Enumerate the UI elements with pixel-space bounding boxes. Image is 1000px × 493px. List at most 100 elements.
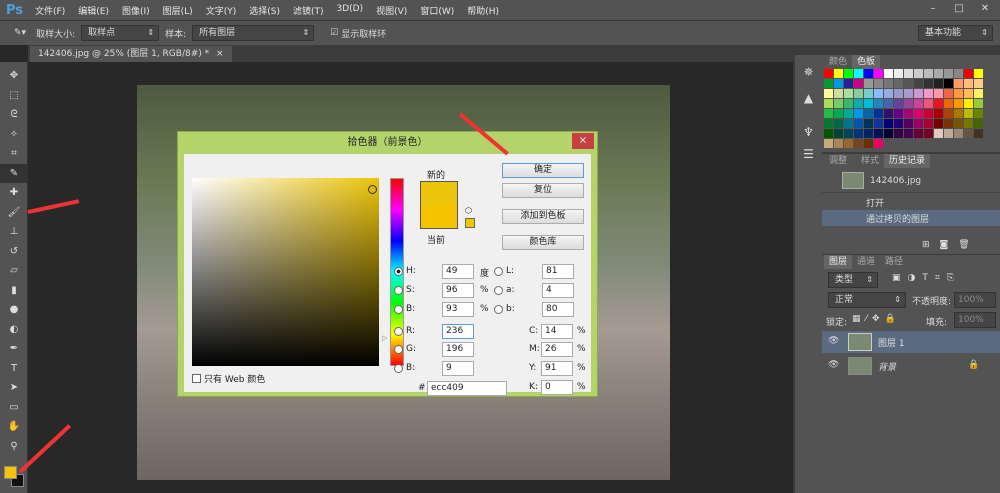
web-only-checkbox[interactable] — [192, 374, 201, 383]
color-swatch[interactable] — [874, 69, 883, 78]
color-swatch[interactable] — [844, 109, 853, 118]
color-swatch[interactable] — [904, 99, 913, 108]
color-swatch[interactable] — [904, 119, 913, 128]
minimize-button[interactable]: – — [922, 0, 944, 18]
tab-adjustments[interactable]: 调整 — [824, 154, 852, 168]
color-swatch[interactable] — [954, 89, 963, 98]
color-swatch[interactable] — [944, 69, 953, 78]
color-swatch[interactable] — [824, 139, 833, 148]
color-swatch[interactable] — [884, 129, 893, 138]
color-swatch[interactable] — [954, 119, 963, 128]
color-swatch[interactable] — [874, 79, 883, 88]
ok-button[interactable]: 确定 — [502, 163, 584, 178]
radio-r[interactable] — [394, 327, 403, 336]
show-ring-checkbox[interactable]: ☑ — [330, 28, 338, 38]
color-swatch[interactable] — [864, 89, 873, 98]
menu-item[interactable]: 选择(S) — [249, 4, 280, 17]
color-swatch[interactable] — [934, 99, 943, 108]
color-swatch[interactable] — [894, 69, 903, 78]
input-l[interactable]: 81 — [542, 264, 574, 279]
color-swatch[interactable] — [854, 99, 863, 108]
radio-bv[interactable] — [394, 305, 403, 314]
quick-select-tool-icon[interactable]: ✧ — [0, 125, 28, 145]
color-swatch[interactable] — [954, 79, 963, 88]
input-h[interactable]: 49 — [442, 264, 474, 279]
blur-tool-icon[interactable]: ● — [0, 300, 28, 320]
visibility-eye-icon[interactable]: 👁 — [828, 336, 839, 346]
crop-tool-icon[interactable]: ⌗ — [0, 144, 28, 164]
properties-icon[interactable]: ☰ — [795, 147, 822, 161]
reset-button[interactable]: 复位 — [502, 183, 584, 198]
color-swatch[interactable] — [894, 99, 903, 108]
color-swatch[interactable] — [934, 79, 943, 88]
color-swatch[interactable] — [824, 79, 833, 88]
input-y[interactable]: 91 — [541, 361, 573, 376]
color-swatch[interactable] — [894, 79, 903, 88]
dialog-close-button[interactable]: × — [572, 133, 594, 149]
radio-a[interactable] — [494, 286, 503, 295]
color-swatch[interactable] — [974, 69, 983, 78]
color-swatch[interactable] — [874, 99, 883, 108]
web-safe-swatch[interactable] — [465, 218, 475, 228]
color-libraries-button[interactable]: 颜色库 — [502, 235, 584, 250]
navigator-icon[interactable]: ✵ — [795, 65, 822, 79]
color-swatch[interactable] — [884, 89, 893, 98]
color-swatch[interactable] — [834, 89, 843, 98]
color-swatch[interactable] — [844, 139, 853, 148]
color-swatch[interactable] — [834, 69, 843, 78]
brushes-icon[interactable]: ♆ — [795, 125, 822, 139]
color-swatch[interactable] — [934, 89, 943, 98]
history-item[interactable]: 通过拷贝的图层 — [822, 210, 1000, 226]
color-swatch[interactable] — [864, 129, 873, 138]
color-swatch[interactable] — [834, 139, 843, 148]
tab-swatches[interactable]: 色板 — [852, 55, 881, 69]
menu-item[interactable]: 帮助(H) — [467, 4, 499, 17]
color-swatch[interactable] — [834, 79, 843, 88]
menu-item[interactable]: 编辑(E) — [78, 4, 109, 17]
menu-item[interactable]: 文字(Y) — [206, 4, 237, 17]
color-swatch[interactable] — [824, 99, 833, 108]
tab-layers[interactable]: 图层 — [824, 255, 853, 269]
color-swatch[interactable] — [974, 79, 983, 88]
color-swatch[interactable] — [954, 69, 963, 78]
tab-channels[interactable]: 通道 — [852, 255, 880, 269]
tab-history[interactable]: 历史记录 — [884, 154, 931, 168]
workspace-select[interactable]: 基本功能 — [918, 25, 993, 41]
color-swatch[interactable] — [884, 79, 893, 88]
color-swatch[interactable] — [924, 79, 933, 88]
color-swatch[interactable] — [864, 109, 873, 118]
radio-s[interactable] — [394, 286, 403, 295]
color-swatch[interactable] — [844, 69, 853, 78]
visibility-eye-icon[interactable]: 👁 — [828, 360, 839, 370]
color-swatch[interactable] — [854, 69, 863, 78]
eraser-tool-icon[interactable]: ▱ — [0, 261, 28, 281]
color-swatch[interactable] — [884, 109, 893, 118]
color-swatch[interactable] — [824, 119, 833, 128]
sample-select[interactable]: 所有图层 — [192, 25, 315, 41]
history-item[interactable]: 打开 — [822, 194, 1000, 210]
history-snapshot[interactable]: 142406.jpg — [822, 169, 1000, 193]
marquee-tool-icon[interactable]: ⬚ — [0, 86, 28, 106]
color-swatch[interactable] — [954, 99, 963, 108]
color-swatch[interactable] — [934, 69, 943, 78]
color-swatch[interactable] — [974, 129, 983, 138]
color-swatch[interactable] — [834, 109, 843, 118]
histogram-icon[interactable]: ▲ — [795, 91, 822, 105]
foreground-color-swatch[interactable] — [4, 466, 17, 479]
radio-b[interactable] — [494, 305, 503, 314]
color-swatch[interactable] — [964, 109, 973, 118]
color-swatch[interactable] — [824, 69, 833, 78]
blend-mode-select[interactable]: 正常 — [828, 292, 906, 308]
menu-item[interactable]: 滤镜(T) — [293, 4, 324, 17]
color-swatch[interactable] — [904, 129, 913, 138]
color-swatch[interactable] — [914, 109, 923, 118]
color-swatch[interactable] — [844, 129, 853, 138]
color-swatch[interactable] — [974, 109, 983, 118]
hex-input[interactable]: ecc409 — [427, 381, 507, 396]
color-swatch[interactable] — [904, 109, 913, 118]
color-swatch[interactable] — [864, 69, 873, 78]
pen-tool-icon[interactable]: ✒ — [0, 339, 28, 359]
color-swatch[interactable] — [924, 109, 933, 118]
color-swatch[interactable] — [974, 99, 983, 108]
color-swatch[interactable] — [934, 129, 943, 138]
